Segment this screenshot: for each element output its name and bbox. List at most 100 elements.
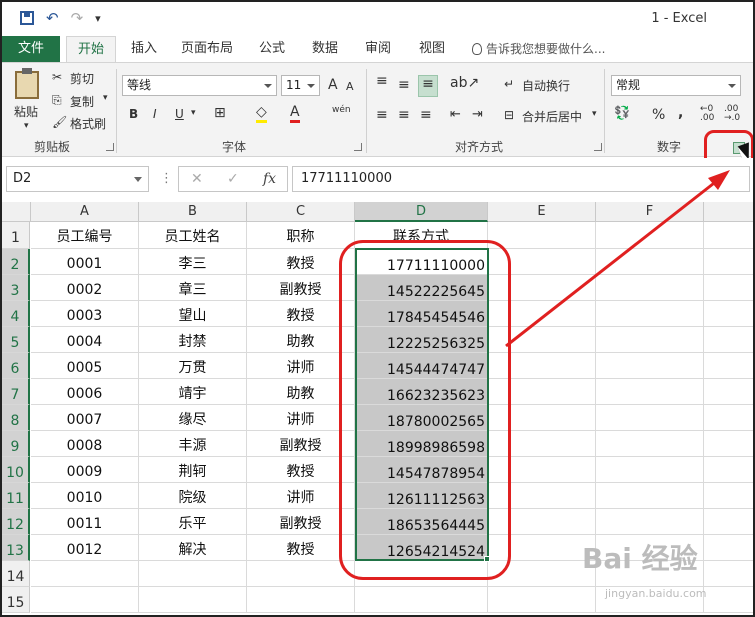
header-cell[interactable] [488, 222, 596, 249]
row-header[interactable]: 10 [2, 457, 30, 483]
table-cell[interactable]: 望山 [139, 301, 247, 327]
table-cell[interactable] [596, 327, 704, 353]
tab-file[interactable]: 文件 [2, 36, 60, 62]
table-cell[interactable] [704, 353, 753, 379]
tab-formulas[interactable]: 公式 [252, 36, 292, 62]
increase-indent-icon[interactable]: ⇥ [472, 107, 483, 122]
table-cell[interactable] [355, 587, 488, 613]
table-cell[interactable] [704, 483, 753, 509]
column-header-a[interactable]: A [31, 202, 139, 222]
table-cell[interactable] [704, 431, 753, 457]
row-header[interactable]: 6 [2, 353, 30, 379]
comma-style-button[interactable]: , [678, 105, 683, 121]
table-cell[interactable]: 0007 [31, 405, 139, 431]
table-cell[interactable]: 0002 [31, 275, 139, 301]
table-cell[interactable] [31, 561, 139, 587]
row-header[interactable]: 8 [2, 405, 30, 431]
redo-icon[interactable]: ↷ [71, 9, 84, 27]
table-cell[interactable]: 荆轲 [139, 457, 247, 483]
header-cell[interactable] [596, 222, 704, 249]
italic-button[interactable]: I [153, 107, 157, 121]
wrap-text-button[interactable]: 自动换行 [522, 77, 570, 94]
table-cell[interactable] [139, 587, 247, 613]
column-header-b[interactable]: B [139, 202, 247, 222]
row-header[interactable]: 3 [2, 275, 30, 301]
table-cell[interactable] [704, 457, 753, 483]
table-cell[interactable] [596, 275, 704, 301]
table-cell[interactable]: 0008 [31, 431, 139, 457]
table-cell[interactable] [596, 457, 704, 483]
bottom-align-icon[interactable]: ≡ [418, 75, 438, 97]
row-header[interactable]: 15 [2, 587, 30, 613]
table-cell[interactable]: 0001 [31, 249, 139, 275]
table-cell[interactable] [596, 509, 704, 535]
undo-icon[interactable]: ↶ [46, 9, 59, 27]
middle-align-icon[interactable]: ≡ [398, 77, 410, 93]
cancel-icon[interactable]: ✕ [191, 171, 203, 187]
table-cell[interactable] [704, 275, 753, 301]
table-cell[interactable]: 0005 [31, 353, 139, 379]
table-cell[interactable] [704, 327, 753, 353]
fill-color-icon[interactable]: ◇ [256, 104, 267, 123]
bold-button[interactable]: B [129, 107, 138, 121]
tab-insert[interactable]: 插入 [124, 36, 164, 62]
table-cell[interactable]: 0009 [31, 457, 139, 483]
align-left-icon[interactable]: ≡ [376, 107, 388, 123]
tab-view[interactable]: 视图 [412, 36, 452, 62]
shrink-font-button[interactable]: A [346, 80, 354, 93]
clipboard-launcher-icon[interactable] [106, 143, 114, 151]
table-cell[interactable]: 0006 [31, 379, 139, 405]
table-cell[interactable]: 0011 [31, 509, 139, 535]
table-cell[interactable]: 万贯 [139, 353, 247, 379]
copy-dropdown-icon[interactable]: ▾ [103, 93, 108, 103]
table-cell[interactable]: 0004 [31, 327, 139, 353]
font-size-select[interactable]: 11 [281, 75, 320, 96]
tab-data[interactable]: 数据 [305, 36, 345, 62]
row-header[interactable]: 9 [2, 431, 30, 457]
number-format-select[interactable]: 常规 [611, 75, 741, 96]
underline-button[interactable]: U [175, 107, 184, 121]
table-cell[interactable] [31, 587, 139, 613]
column-header-c[interactable]: C [247, 202, 355, 222]
tab-home[interactable]: 开始 [66, 36, 116, 62]
header-cell[interactable]: 员工姓名 [139, 222, 247, 249]
column-header-f[interactable]: F [596, 202, 704, 222]
table-cell[interactable]: 李三 [139, 249, 247, 275]
formula-input[interactable]: 17711110000 [292, 166, 750, 192]
insert-function-button[interactable]: fx [263, 171, 276, 187]
column-header-d[interactable]: D [355, 202, 488, 222]
table-cell[interactable]: 0003 [31, 301, 139, 327]
column-header-e[interactable]: E [488, 202, 596, 222]
tab-review[interactable]: 审阅 [358, 36, 398, 62]
table-cell[interactable] [704, 509, 753, 535]
table-cell[interactable] [704, 249, 753, 275]
table-cell[interactable] [596, 405, 704, 431]
table-cell[interactable] [704, 587, 753, 613]
table-cell[interactable] [247, 587, 355, 613]
save-icon[interactable] [20, 11, 34, 25]
merge-dropdown-icon[interactable]: ▾ [592, 109, 597, 119]
paste-dropdown-icon[interactable]: ▾ [24, 121, 29, 131]
header-cell[interactable] [704, 222, 753, 249]
increase-decimal-icon[interactable]: ←0.00 [700, 105, 714, 123]
customize-qat-icon[interactable]: ▾ [95, 12, 101, 25]
percent-style-button[interactable]: % [652, 107, 665, 123]
table-cell[interactable] [596, 249, 704, 275]
font-launcher-icon[interactable] [354, 143, 362, 151]
paste-icon[interactable] [15, 68, 39, 99]
table-cell[interactable] [704, 561, 753, 587]
table-cell[interactable] [596, 483, 704, 509]
top-align-icon[interactable]: ≡ [376, 73, 388, 89]
row-header[interactable]: 5 [2, 327, 30, 353]
align-right-icon[interactable]: ≡ [420, 107, 432, 123]
cut-button[interactable]: 剪切 [70, 70, 94, 87]
table-cell[interactable]: 靖宇 [139, 379, 247, 405]
phonetic-button[interactable]: wén [332, 105, 351, 115]
table-cell[interactable] [488, 587, 596, 613]
select-all-corner[interactable] [2, 202, 31, 222]
table-cell[interactable] [704, 379, 753, 405]
table-cell[interactable]: 院级 [139, 483, 247, 509]
table-cell[interactable] [596, 431, 704, 457]
format-painter-button[interactable]: 格式刷 [70, 115, 106, 132]
enter-icon[interactable]: ✓ [227, 171, 239, 187]
